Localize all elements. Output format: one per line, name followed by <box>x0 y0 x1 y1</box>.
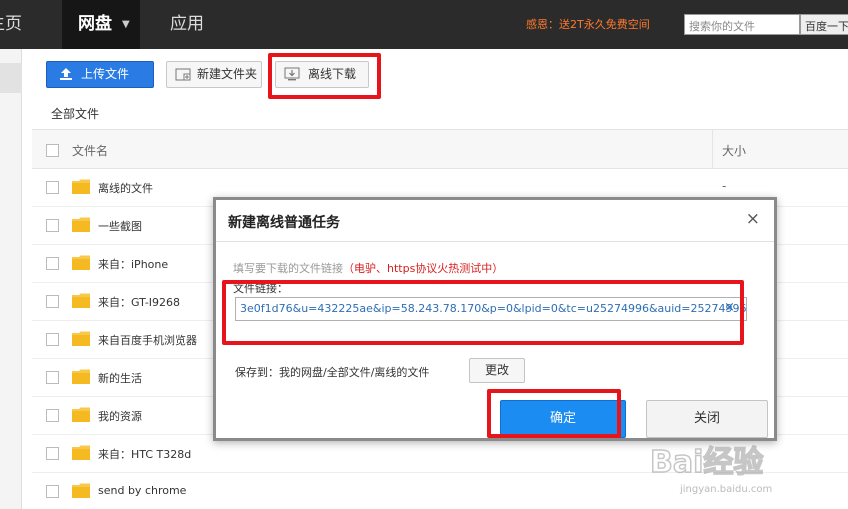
file-name[interactable]: 离线的文件 <box>98 180 153 196</box>
file-name[interactable]: 我的资源 <box>98 408 142 424</box>
watermark-text: Bai经验 <box>650 445 763 480</box>
column-divider <box>712 130 713 169</box>
folder-icon <box>72 369 90 384</box>
folder-icon <box>72 483 90 498</box>
new-folder-button-label: 新建文件夹 <box>197 67 258 81</box>
row-checkbox[interactable] <box>46 181 59 194</box>
nav-netdisk-label: 网盘 <box>78 14 112 34</box>
row-checkbox[interactable] <box>46 485 59 498</box>
row-checkbox[interactable] <box>46 371 59 384</box>
change-location-button[interactable]: 更改 <box>469 358 525 383</box>
select-all-checkbox[interactable] <box>46 144 59 157</box>
file-name[interactable]: send by chrome <box>98 484 186 497</box>
row-checkbox[interactable] <box>46 295 59 308</box>
close-button[interactable]: 关闭 <box>646 400 768 438</box>
folder-icon <box>72 179 90 194</box>
highlight-link-input <box>222 280 744 345</box>
row-checkbox[interactable] <box>46 447 59 460</box>
upload-icon <box>60 68 72 80</box>
file-name[interactable]: 一些截图 <box>98 218 142 234</box>
row-checkbox[interactable] <box>46 219 59 232</box>
column-header-size[interactable]: 大小 <box>722 142 746 159</box>
highlight-offline-download <box>268 53 381 99</box>
nav-netdisk[interactable]: 网盘 ▼ <box>62 0 140 49</box>
file-table-header: 文件名 大小 <box>32 129 848 169</box>
nav-apps[interactable]: 应用 <box>170 0 204 49</box>
new-folder-button[interactable]: 新建文件夹 <box>166 61 262 88</box>
promo-link[interactable]: 感恩：送2T永久免费空间 <box>526 16 650 32</box>
upload-button[interactable]: 上传文件 <box>46 61 154 88</box>
breadcrumb[interactable]: 全部文件 <box>51 105 99 122</box>
top-navigation-bar: 主页 网盘 ▼ 应用 感恩：送2T永久免费空间 搜索你的文件 百度一下 <box>0 0 848 49</box>
new-folder-icon <box>175 68 191 81</box>
sidebar <box>0 49 22 509</box>
dialog-title: 新建离线普通任务 <box>228 215 340 231</box>
column-header-name[interactable]: 文件名 <box>72 142 108 159</box>
nav-home[interactable]: 主页 <box>0 0 22 49</box>
row-checkbox[interactable] <box>46 257 59 270</box>
file-size: - <box>722 179 727 193</box>
file-name[interactable]: 新的生活 <box>98 370 142 386</box>
file-name[interactable]: 来自百度手机浏览器 <box>98 332 197 348</box>
dialog-divider <box>216 241 774 242</box>
watermark-url: jingyan.baidu.com <box>680 484 773 495</box>
folder-icon <box>72 293 90 308</box>
chevron-down-icon: ▼ <box>122 19 130 30</box>
highlight-confirm-button <box>487 389 621 438</box>
row-checkbox[interactable] <box>46 333 59 346</box>
baidu-jingyan-watermark: Bai经验 <box>649 444 764 481</box>
link-hint: 填写要下载的文件链接（电驴、https协议火热测试中） <box>233 260 503 276</box>
link-hint-text: 填写要下载的文件链接 <box>233 262 343 275</box>
folder-icon <box>72 255 90 270</box>
folder-icon <box>72 331 90 346</box>
folder-icon <box>72 217 90 232</box>
folder-icon <box>72 445 90 460</box>
save-location: 保存到：我的网盘/全部文件/离线的文件 <box>235 366 430 379</box>
search-input[interactable]: 搜索你的文件 <box>684 14 800 35</box>
link-hint-warning: （电驴、https协议火热测试中） <box>343 262 504 275</box>
folder-icon <box>72 407 90 422</box>
file-name[interactable]: 来自：iPhone <box>98 256 168 272</box>
file-name[interactable]: 来自：HTC T328d <box>98 446 191 462</box>
row-checkbox[interactable] <box>46 409 59 422</box>
upload-button-label: 上传文件 <box>81 67 130 81</box>
search-button[interactable]: 百度一下 <box>800 14 848 35</box>
sidebar-selected-item[interactable] <box>0 63 22 93</box>
file-name[interactable]: 来自：GT-I9268 <box>98 294 180 310</box>
close-icon[interactable]: × <box>746 211 760 228</box>
